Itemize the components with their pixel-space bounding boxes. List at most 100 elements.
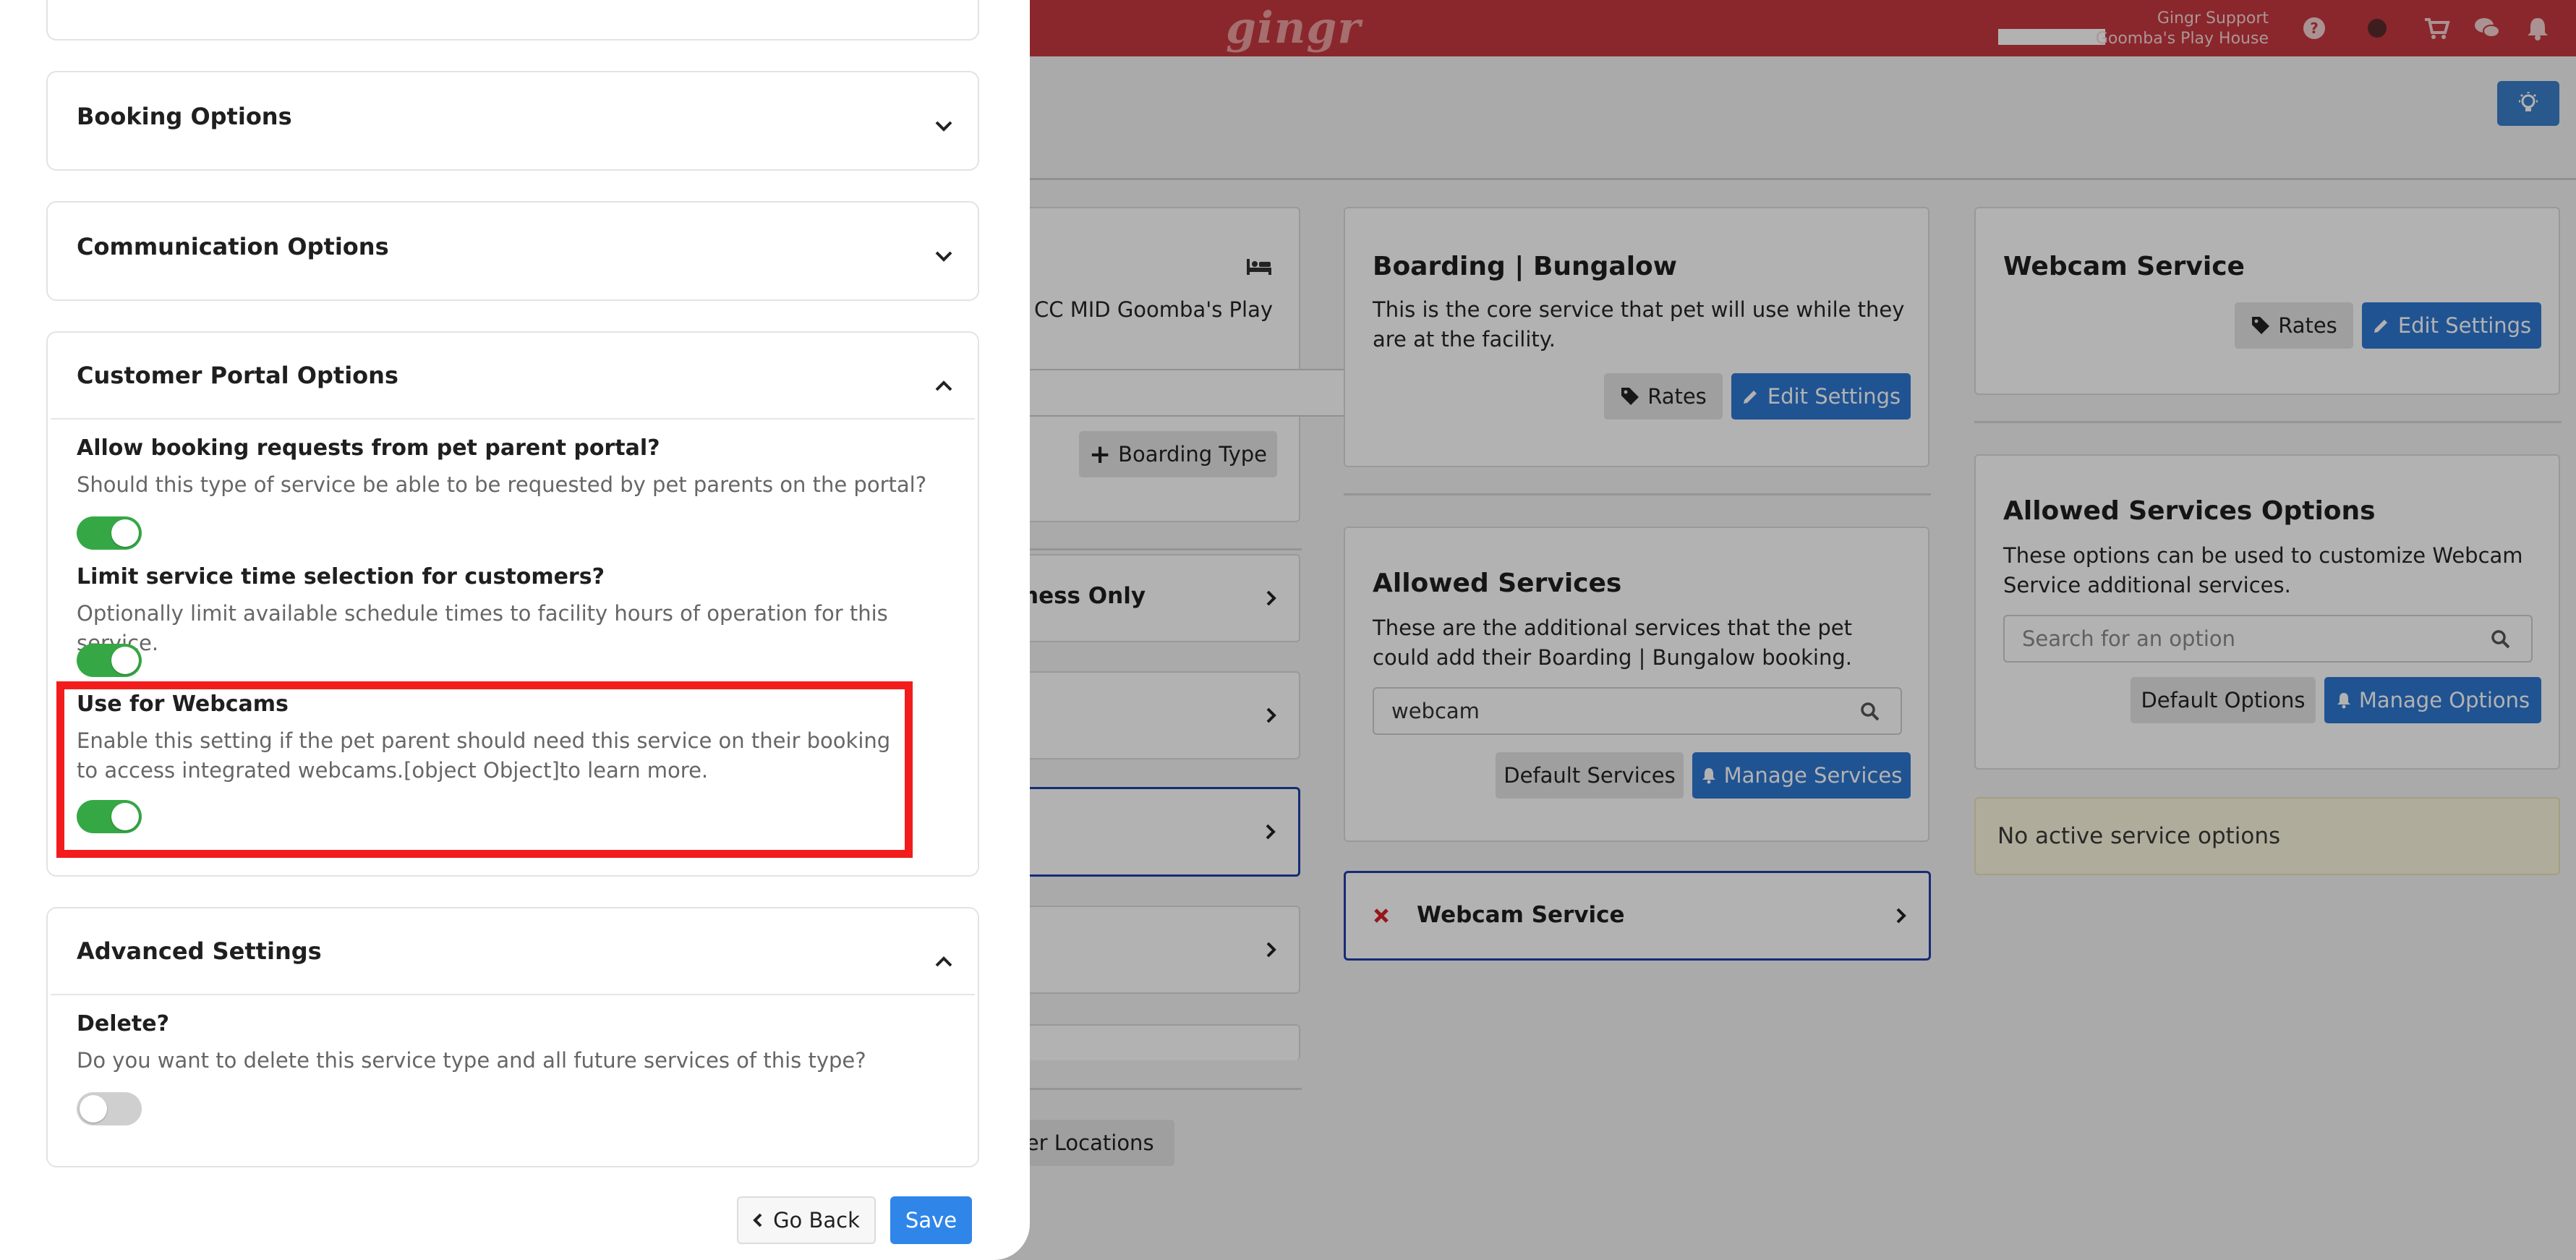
section-booking-options[interactable]: Booking Options bbox=[46, 71, 979, 171]
go-back-label: Go Back bbox=[773, 1208, 860, 1233]
option-search-input[interactable]: Search for an option bbox=[2003, 615, 2533, 663]
location-name: Goomba's Play House bbox=[2095, 30, 2269, 48]
save-button[interactable]: Save bbox=[890, 1196, 972, 1244]
user-name: Gingr Support bbox=[2157, 9, 2269, 27]
pencil-icon bbox=[2372, 316, 2391, 335]
add-boarding-type-label: Boarding Type bbox=[1118, 442, 1268, 467]
chat-icon[interactable] bbox=[2473, 14, 2501, 42]
manage-options-button[interactable]: Manage Options bbox=[2324, 677, 2541, 723]
chevron-right-icon bbox=[1895, 907, 1907, 924]
default-services-button[interactable]: Default Services bbox=[1496, 752, 1684, 799]
manage-services-button[interactable]: Manage Services bbox=[1692, 752, 1911, 799]
setting-description: Do you want to delete this service type … bbox=[77, 1048, 866, 1073]
core-service-card: Boarding | Bungalow This is the core ser… bbox=[1344, 207, 1929, 467]
section-title: Communication Options bbox=[77, 233, 389, 260]
chevron-right-icon bbox=[1266, 589, 1277, 607]
allowed-services-search[interactable]: webcam bbox=[1373, 687, 1902, 735]
column-divider bbox=[1974, 421, 2562, 423]
manage-services-label: Manage Services bbox=[1723, 763, 1903, 788]
booking-requests-toggle[interactable] bbox=[77, 516, 142, 550]
edit-settings-button[interactable]: Edit Settings bbox=[2362, 302, 2541, 349]
webcam-service-card: Webcam Service Rates Edit Settings bbox=[1974, 207, 2560, 395]
chevron-right-icon bbox=[1265, 823, 1276, 840]
rates-label: Rates bbox=[1647, 384, 1707, 409]
edit-settings-button[interactable]: Edit Settings bbox=[1731, 373, 1911, 420]
webcam-service-title: Webcam Service bbox=[2003, 252, 2245, 281]
section-previous bbox=[46, 0, 979, 41]
chevron-down-icon[interactable] bbox=[934, 120, 953, 132]
allowed-services-title: Allowed Services bbox=[1373, 569, 1622, 598]
chevron-up-icon[interactable] bbox=[934, 956, 953, 968]
option-search-placeholder: Search for an option bbox=[2022, 626, 2236, 651]
webcam-setting-highlight bbox=[56, 681, 913, 858]
chevron-right-icon bbox=[1266, 941, 1277, 958]
search-icon bbox=[1860, 702, 1880, 722]
webcam-service-label: Webcam Service bbox=[1417, 902, 1625, 928]
user-name-redaction bbox=[1998, 29, 2105, 45]
setting-description: Optionally limit available schedule time… bbox=[77, 601, 888, 655]
service-settings-drawer: Booking Options Communication Options Cu… bbox=[0, 0, 1030, 1260]
delete-service-type-toggle[interactable] bbox=[77, 1092, 142, 1125]
pencil-icon bbox=[1741, 387, 1760, 406]
core-service-description: This is the core service that pet will u… bbox=[1373, 297, 1905, 352]
edit-settings-label: Edit Settings bbox=[1767, 384, 1901, 409]
lightbulb-icon bbox=[2516, 91, 2541, 116]
allowed-services-description: These are the additional services that t… bbox=[1373, 616, 1853, 670]
rates-button[interactable]: Rates bbox=[1604, 373, 1723, 420]
default-services-label: Default Services bbox=[1504, 763, 1676, 788]
manage-options-label: Manage Options bbox=[2358, 688, 2530, 712]
setting-title: Delete? bbox=[77, 1011, 169, 1036]
go-back-button[interactable]: Go Back bbox=[737, 1196, 876, 1244]
bell-icon[interactable] bbox=[2524, 14, 2551, 42]
tips-button[interactable] bbox=[2497, 81, 2559, 126]
bed-icon bbox=[1245, 256, 1273, 276]
svg-text:?: ? bbox=[2310, 20, 2319, 37]
remove-x-icon[interactable] bbox=[1373, 908, 1389, 924]
section-title: Customer Portal Options bbox=[77, 362, 398, 389]
section-title: Booking Options bbox=[77, 103, 292, 130]
service-options-title: Allowed Services Options bbox=[2003, 496, 2376, 526]
tag-icon bbox=[2251, 315, 2271, 336]
core-service-title: Boarding | Bungalow bbox=[1373, 252, 1678, 281]
chevron-left-icon bbox=[753, 1212, 763, 1228]
setting-description: Should this type of service be able to b… bbox=[77, 472, 927, 497]
tag-icon bbox=[1620, 386, 1640, 406]
limit-time-toggle[interactable] bbox=[77, 644, 142, 677]
section-communication-options[interactable]: Communication Options bbox=[46, 201, 979, 301]
column-divider bbox=[1344, 493, 1931, 495]
allowed-services-card: Allowed Services These are the additiona… bbox=[1344, 527, 1929, 842]
section-divider bbox=[51, 418, 975, 420]
search-icon bbox=[2491, 629, 2511, 650]
help-icon[interactable]: ? bbox=[2300, 14, 2328, 42]
user-menu[interactable]: Gingr Support Goomba's Play House bbox=[2096, 9, 2269, 49]
plus-icon: + bbox=[1088, 439, 1112, 469]
bell-icon bbox=[2336, 691, 2352, 709]
edit-settings-label: Edit Settings bbox=[2397, 313, 2532, 338]
column-divider bbox=[1030, 1088, 1302, 1090]
add-boarding-type-button[interactable]: + Boarding Type bbox=[1079, 431, 1277, 477]
no-options-notice: No active service options bbox=[1974, 797, 2560, 875]
section-title: Advanced Settings bbox=[77, 937, 322, 965]
rates-button[interactable]: Rates bbox=[2235, 302, 2353, 349]
page-divider bbox=[1030, 178, 2576, 180]
chevron-down-icon[interactable] bbox=[934, 250, 953, 262]
webcam-service-row[interactable]: Webcam Service bbox=[1344, 871, 1931, 961]
bell-icon bbox=[1701, 767, 1717, 784]
allowed-services-search-value: webcam bbox=[1391, 699, 1480, 723]
rates-label: Rates bbox=[2278, 313, 2337, 338]
boarding-type-text: CC MID Goomba's Play bbox=[1034, 297, 1274, 322]
default-options-label: Default Options bbox=[2141, 688, 2306, 712]
cart-icon[interactable] bbox=[2423, 14, 2450, 42]
chevron-right-icon bbox=[1266, 707, 1277, 724]
setting-title: Allow booking requests from pet parent p… bbox=[77, 435, 660, 461]
section-divider bbox=[51, 994, 975, 995]
status-dot-icon[interactable] bbox=[2363, 14, 2391, 42]
setting-title: Limit service time selection for custome… bbox=[77, 564, 605, 589]
section-advanced-settings: Advanced Settings Delete? Do you want to… bbox=[46, 907, 979, 1167]
service-row-label: ness Only bbox=[1023, 583, 1146, 609]
service-options-card: Allowed Services Options These options c… bbox=[1974, 454, 2560, 770]
chevron-up-icon[interactable] bbox=[934, 380, 953, 392]
column-divider bbox=[1030, 548, 1302, 550]
default-options-button[interactable]: Default Options bbox=[2131, 677, 2316, 723]
gingr-logo[interactable]: gingr bbox=[1226, 3, 1361, 54]
